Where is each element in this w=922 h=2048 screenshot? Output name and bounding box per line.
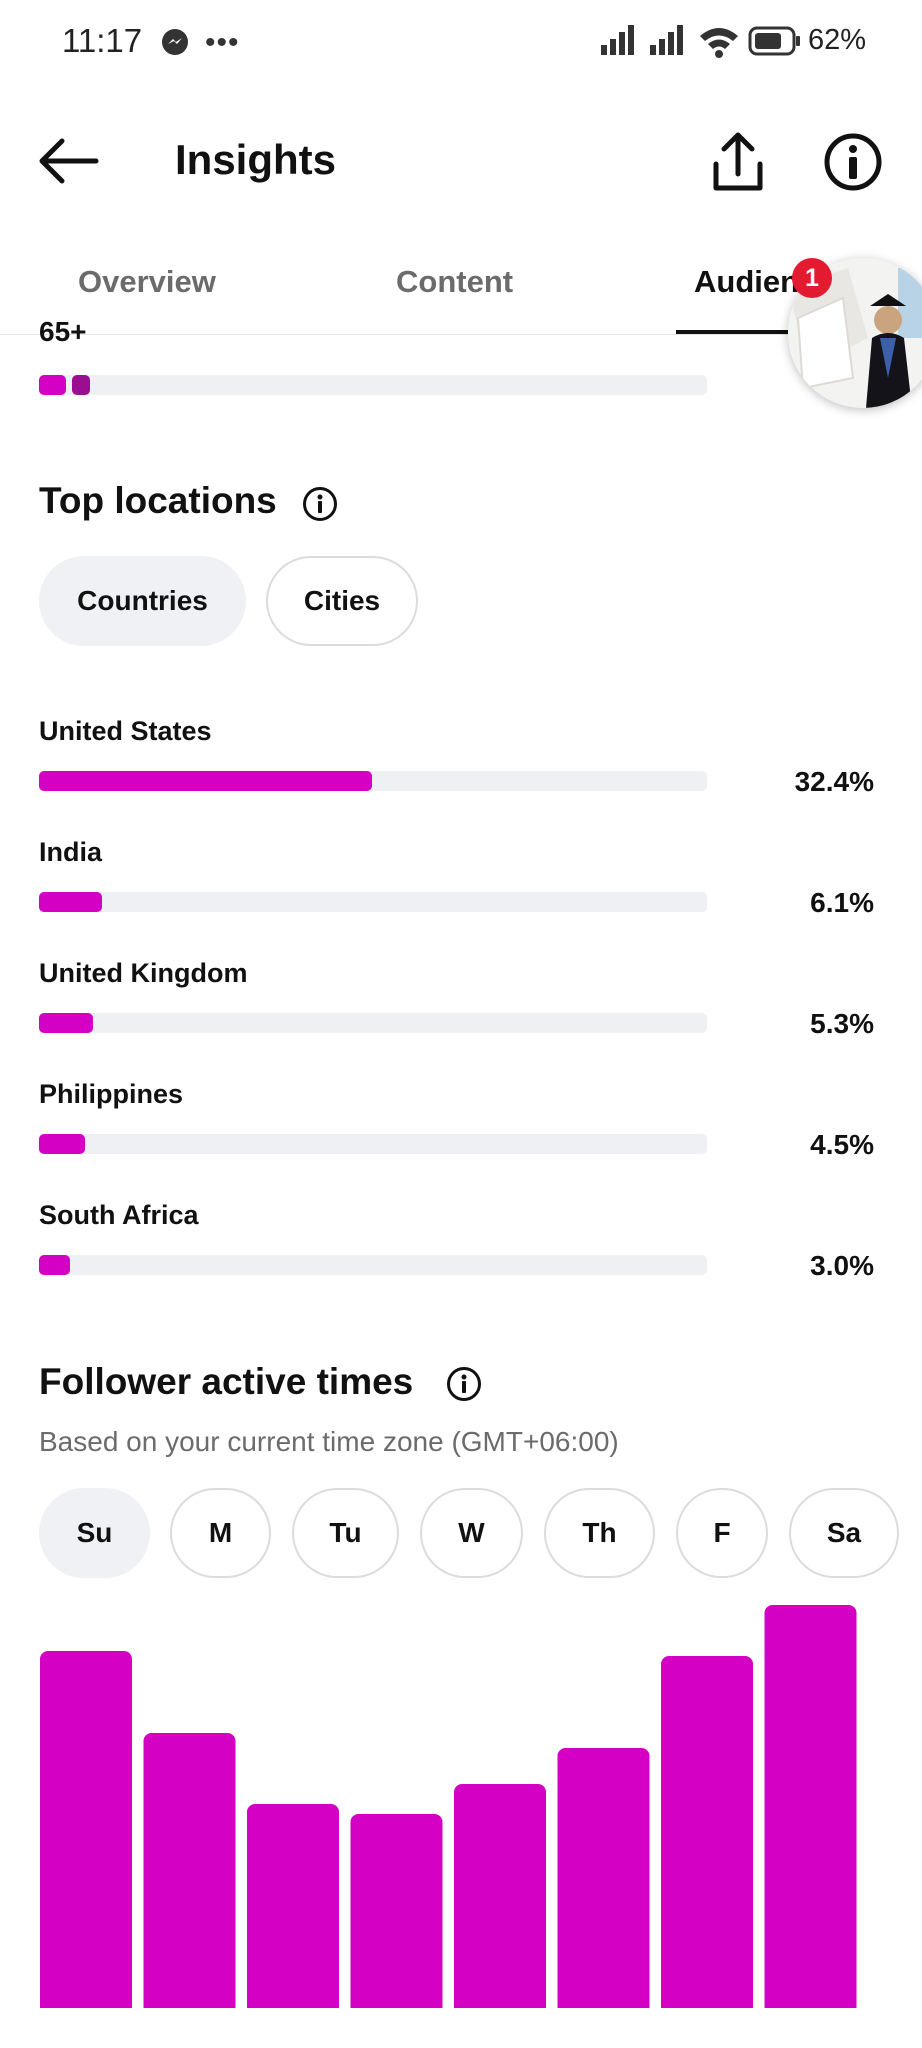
battery-icon [748,26,800,56]
location-name: South Africa [39,1200,199,1230]
filter-cities[interactable]: Cities [266,556,418,646]
activity-bar[interactable] [40,1651,132,2008]
location-bar-fill [39,1134,85,1154]
tab-audience[interactable]: Audien [694,264,799,300]
location-bar-fill [39,771,372,791]
info-icon[interactable] [302,486,338,522]
location-bar-track [39,771,707,791]
age-bar-track [39,375,707,395]
activity-bar[interactable] [764,1605,857,2008]
status-bar: 11:17 ••• 62% [0,0,922,84]
day-wednesday[interactable]: W [420,1488,523,1578]
location-name: United States [39,716,212,746]
active-times-chart [40,1605,857,2008]
activity-bar[interactable] [557,1748,650,2008]
more-notifications-icon: ••• [205,26,240,59]
location-bar-track [39,892,707,912]
tab-active-indicator [676,330,806,334]
location-name: United Kingdom [39,958,248,988]
day-thursday[interactable]: Th [544,1488,655,1578]
back-button[interactable] [36,136,102,186]
location-bar-track [39,1255,707,1275]
age-bar-women [39,375,66,395]
location-percent: 32.4% [794,766,874,797]
signal-icon-2 [650,25,683,55]
day-sunday[interactable]: Su [39,1488,150,1578]
filter-countries[interactable]: Countries [39,556,246,646]
day-friday[interactable]: F [676,1488,768,1578]
share-icon[interactable] [708,130,768,194]
location-bar-fill [39,1255,70,1275]
activity-bar[interactable] [143,1733,236,2008]
location-bar-fill [39,1013,93,1033]
tab-content[interactable]: Content [396,264,513,300]
location-bar-track [39,1134,707,1154]
day-monday[interactable]: M [170,1488,271,1578]
activity-bar[interactable] [350,1814,443,2008]
location-percent: 6.1% [810,887,874,918]
activity-bar[interactable] [247,1804,339,2008]
location-percent: 4.5% [810,1129,874,1160]
location-bar-track [39,1013,707,1033]
page-title: Insights [175,136,337,183]
location-percent: 3.0% [810,1250,874,1281]
age-bar-men [72,375,90,395]
wifi-icon [700,28,738,58]
battery-percent: 62% [808,24,867,56]
info-icon[interactable] [446,1366,482,1402]
age-range-label: 65+ [39,316,87,347]
tab-overview[interactable]: Overview [78,264,216,300]
location-name: Philippines [39,1079,184,1109]
activity-bar[interactable] [661,1656,753,2008]
time-zone-note: Based on your current time zone (GMT+06:… [39,1426,619,1457]
tab-bar: Overview Content Audien [0,250,922,335]
top-locations-title: Top locations [39,480,277,521]
location-name: India [39,837,103,867]
location-bar-fill [39,892,102,912]
location-percent: 5.3% [810,1008,874,1039]
active-times-title: Follower active times [39,1361,414,1402]
messenger-icon [162,29,188,55]
day-saturday[interactable]: Sa [789,1488,899,1578]
info-icon[interactable] [823,132,883,192]
status-time: 11:17 [62,22,143,59]
signal-icon [601,25,634,55]
day-tuesday[interactable]: Tu [292,1488,399,1578]
notification-badge: 1 [792,258,832,298]
activity-bar[interactable] [454,1784,546,2008]
